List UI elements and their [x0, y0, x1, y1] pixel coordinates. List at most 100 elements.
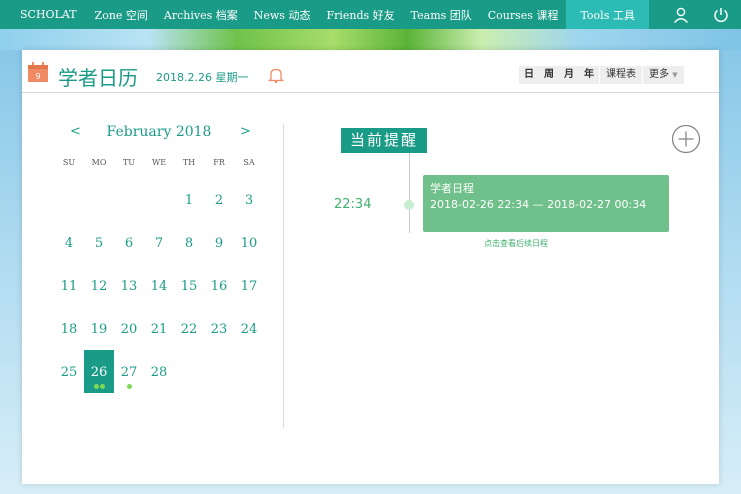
event-title: 学者日程 — [430, 182, 474, 195]
weekday-header: FR — [213, 158, 225, 167]
event-dots — [84, 383, 114, 389]
calendar-day[interactable]: 4 — [54, 221, 84, 264]
day-number: 17 — [240, 279, 258, 294]
day-number: 21 — [150, 322, 168, 337]
calendar-day[interactable]: 9 — [204, 221, 234, 264]
calendar-shadow — [54, 390, 264, 412]
event-card[interactable]: 学者日程 2018-02-26 22:34 — 2018-02-27 00:34 — [423, 175, 669, 232]
calendar-day[interactable]: 12 — [84, 264, 114, 307]
event-dot — [126, 384, 132, 389]
view-day-button[interactable]: 日 — [519, 66, 539, 84]
day-number: 6 — [124, 236, 134, 251]
calendar-day[interactable]: 23 — [204, 307, 234, 350]
calendar-day[interactable]: 19 — [84, 307, 114, 350]
day-number: 27 — [120, 365, 138, 380]
calendar-day[interactable]: 7 — [144, 221, 174, 264]
calendar-day[interactable]: 25 — [54, 350, 84, 393]
day-number: 14 — [150, 279, 168, 294]
nav-item-news[interactable]: News 动态 — [246, 0, 319, 29]
day-number: 10 — [240, 236, 258, 251]
day-number: 19 — [90, 322, 108, 337]
nav-item-archives[interactable]: Archives 档案 — [156, 0, 246, 29]
nav-item-courses[interactable]: Courses 课程 — [480, 0, 567, 29]
calendar-panel: 9 学者日历 2018.2.26 星期一 日 周 月 年 课程表 更多 ▼ < … — [22, 50, 719, 484]
view-week-button[interactable]: 周 — [539, 66, 559, 84]
more-dropdown[interactable]: 更多 ▼ — [642, 66, 684, 84]
calendar-day[interactable]: 27 — [114, 350, 144, 393]
calendar-day[interactable]: 18 — [54, 307, 84, 350]
day-number: 16 — [210, 279, 228, 294]
mini-calendar: < February 2018 > SU MO TU WE TH FR SA 1 2 3 4 5 6 7 8… — [54, 124, 264, 393]
calendar-day[interactable]: 17 — [234, 264, 264, 307]
day-number: 9 — [214, 236, 224, 251]
day-number: 23 — [210, 322, 228, 337]
schedule-button[interactable]: 课程表 — [599, 66, 642, 84]
calendar-day[interactable]: 5 — [84, 221, 114, 264]
next-month-button[interactable]: > — [240, 124, 251, 139]
day-number: 13 — [120, 279, 138, 294]
current-date: 2018.2.26 星期一 — [156, 71, 249, 84]
event-time-range: 2018-02-26 22:34 — 2018-02-27 00:34 — [430, 198, 647, 211]
top-nav: SCHOLAT Zone 空间 Archives 档案 News 动态 Frie… — [0, 0, 741, 29]
calendar-day[interactable]: 15 — [174, 264, 204, 307]
reminder-heading: 当前提醒 — [341, 128, 427, 153]
day-number: 28 — [150, 365, 168, 380]
calendar-icon: 9 — [28, 62, 48, 82]
calendar-day[interactable]: 21 — [144, 307, 174, 350]
calendar-day[interactable]: 6 — [114, 221, 144, 264]
nav-item-tools[interactable]: Tools 工具 — [566, 0, 649, 29]
power-icon[interactable] — [701, 0, 741, 29]
nav-item-teams[interactable]: Teams 团队 — [403, 0, 480, 29]
day-number: 18 — [60, 322, 78, 337]
user-icon[interactable] — [661, 0, 701, 29]
calendar-day[interactable]: 10 — [234, 221, 264, 264]
bell-icon[interactable] — [267, 67, 285, 87]
calendar-day[interactable]: 2 — [204, 178, 234, 221]
day-number: 26 — [90, 365, 108, 380]
event-dot — [93, 384, 99, 389]
day-number: 8 — [184, 236, 194, 251]
view-more-link[interactable]: 点击查看后续日程 — [484, 238, 548, 249]
day-number: 11 — [60, 279, 78, 294]
calendar-header: < February 2018 > — [54, 124, 264, 142]
day-number: 4 — [64, 236, 74, 251]
view-month-button[interactable]: 月 — [559, 66, 579, 84]
weekday-header: SA — [243, 158, 255, 167]
panel-divider — [283, 124, 284, 428]
day-number: 7 — [154, 236, 164, 251]
nav-brand[interactable]: SCHOLAT — [0, 0, 87, 29]
day-number: 3 — [244, 193, 254, 208]
calendar-day-selected[interactable]: 26 — [84, 350, 114, 393]
background-banner — [0, 28, 741, 50]
calendar-day[interactable]: 14 — [144, 264, 174, 307]
plus-circle-icon[interactable] — [671, 124, 701, 158]
calendar-day[interactable]: 16 — [204, 264, 234, 307]
day-number: 25 — [60, 365, 78, 380]
month-label: February 2018 — [106, 124, 212, 140]
page-title: 学者日历 — [58, 66, 138, 90]
day-number: 2 — [214, 193, 224, 208]
calendar-day[interactable]: 11 — [54, 264, 84, 307]
calendar-day[interactable]: 13 — [114, 264, 144, 307]
calendar-day[interactable]: 24 — [234, 307, 264, 350]
calendar-day[interactable]: 22 — [174, 307, 204, 350]
day-number: 20 — [120, 322, 138, 337]
calendar-day[interactable]: 1 — [174, 178, 204, 221]
day-number: 1 — [184, 193, 194, 208]
chevron-down-icon: ▼ — [672, 71, 678, 79]
calendar-day[interactable]: 8 — [174, 221, 204, 264]
prev-month-button[interactable]: < — [70, 124, 81, 139]
timeline-dot — [404, 200, 414, 210]
reminder-time: 22:34 — [334, 197, 372, 212]
nav-item-zone[interactable]: Zone 空间 — [87, 0, 156, 29]
event-dots — [114, 383, 144, 389]
calendar-day[interactable]: 28 — [144, 350, 174, 393]
view-switcher: 日 周 月 年 课程表 更多 ▼ — [519, 66, 684, 84]
svg-text:9: 9 — [35, 72, 40, 81]
weekday-header: MO — [91, 158, 107, 167]
nav-item-friends[interactable]: Friends 好友 — [318, 0, 402, 29]
calendar-day[interactable]: 20 — [114, 307, 144, 350]
view-year-button[interactable]: 年 — [579, 66, 599, 84]
calendar-day[interactable]: 3 — [234, 178, 264, 221]
day-number: 12 — [90, 279, 108, 294]
